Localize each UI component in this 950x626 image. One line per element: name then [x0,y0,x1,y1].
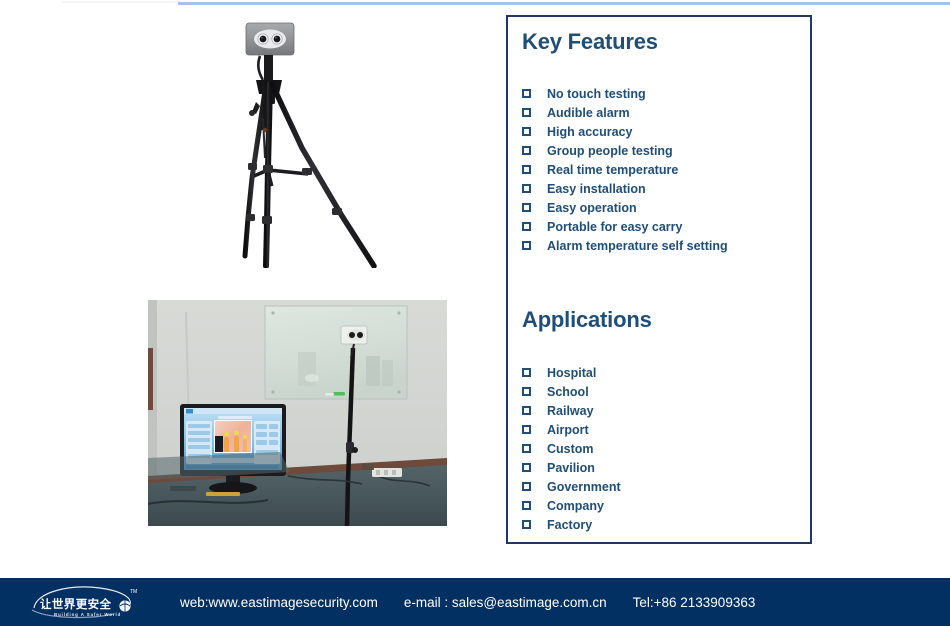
checkbox-icon[interactable] [522,444,531,453]
list-item-label: Railway [547,403,594,418]
list-item-label: High accuracy [547,124,633,139]
list-item-label: Alarm temperature self setting [547,238,728,253]
list-item-label: Pavilion [547,460,595,475]
logo-mark-icon: 让世界更安全 TM Building A Safer World [31,586,137,619]
list-item[interactable]: Alarm temperature self setting [522,236,796,255]
list-item-label: Factory [547,517,593,532]
checkbox-icon[interactable] [522,184,531,193]
list-item[interactable]: Airport [522,420,796,439]
list-item[interactable]: Custom [522,439,796,458]
company-logo: 让世界更安全 TM Building A Safer World [26,582,146,622]
checkbox-icon[interactable] [522,146,531,155]
logo-tagline: Building A Safer World [54,612,121,617]
list-item[interactable]: Easy installation [522,179,796,198]
list-item-label: Portable for easy carry [547,219,683,234]
checkbox-icon[interactable] [522,482,531,491]
slide-canvas: Key Features No touch testing Audible al… [0,0,950,626]
list-item-label: Easy operation [547,200,637,215]
logo-trademark: TM [130,589,137,595]
checkbox-icon[interactable] [522,387,531,396]
top-faint-rule [62,1,180,3]
checkbox-icon[interactable] [522,89,531,98]
checkbox-icon[interactable] [522,108,531,117]
list-item[interactable]: Portable for easy carry [522,217,796,236]
logo-chinese-text: 让世界更安全 [40,597,111,611]
installation-scene-photo [148,300,447,526]
checkbox-icon[interactable] [522,368,531,377]
checkbox-icon[interactable] [522,520,531,529]
checkbox-icon[interactable] [522,165,531,174]
installation-illustration [148,300,447,526]
checkbox-icon[interactable] [522,463,531,472]
list-item[interactable]: No touch testing [522,84,796,103]
applications-list: Hospital School Railway Airport Custom P… [522,363,796,534]
list-item[interactable]: Factory [522,515,796,534]
list-item[interactable]: High accuracy [522,122,796,141]
checkbox-icon[interactable] [522,203,531,212]
list-item[interactable]: School [522,382,796,401]
checkbox-icon[interactable] [522,501,531,510]
list-item-label: Company [547,498,604,513]
checkbox-icon[interactable] [522,406,531,415]
applications-section: Applications Hospital School Railway Air… [508,307,810,534]
list-item-label: No touch testing [547,86,646,101]
key-features-list: No touch testing Audible alarm High accu… [522,84,796,255]
applications-heading: Applications [522,307,652,332]
list-item[interactable]: Government [522,477,796,496]
footer-email[interactable]: e-mail : sales@eastimage.com.cn [404,595,607,610]
list-item-label: Airport [547,422,589,437]
features-applications-panel: Key Features No touch testing Audible al… [506,15,812,544]
key-features-section: Key Features No touch testing Audible al… [508,29,810,255]
checkbox-icon[interactable] [522,222,531,231]
footer-contact-info: web:www.eastimagesecurity.com e-mail : s… [180,595,755,610]
list-item[interactable]: Group people testing [522,141,796,160]
checkbox-icon[interactable] [522,241,531,250]
key-features-heading: Key Features [522,29,658,54]
list-item[interactable]: Audible alarm [522,103,796,122]
tripod-product-photo [232,18,412,268]
list-item-label: Government [547,479,621,494]
list-item-label: School [547,384,589,399]
list-item[interactable]: Railway [522,401,796,420]
list-item[interactable]: Hospital [522,363,796,382]
footer-website[interactable]: web:www.eastimagesecurity.com [180,595,378,610]
top-accent-rule [178,2,950,5]
list-item[interactable]: Company [522,496,796,515]
list-item[interactable]: Pavilion [522,458,796,477]
checkbox-icon[interactable] [522,127,531,136]
list-item-label: Easy installation [547,181,646,196]
footer-bar: 让世界更安全 TM Building A Safer World web:www… [0,578,950,626]
list-item[interactable]: Easy operation [522,198,796,217]
checkbox-icon[interactable] [522,425,531,434]
list-item[interactable]: Real time temperature [522,160,796,179]
footer-telephone[interactable]: Tel:+86 2133909363 [633,595,756,610]
list-item-label: Audible alarm [547,105,630,120]
tripod-illustration [242,22,377,268]
list-item-label: Custom [547,441,594,456]
list-item-label: Hospital [547,365,597,380]
list-item-label: Real time temperature [547,162,679,177]
list-item-label: Group people testing [547,143,673,158]
